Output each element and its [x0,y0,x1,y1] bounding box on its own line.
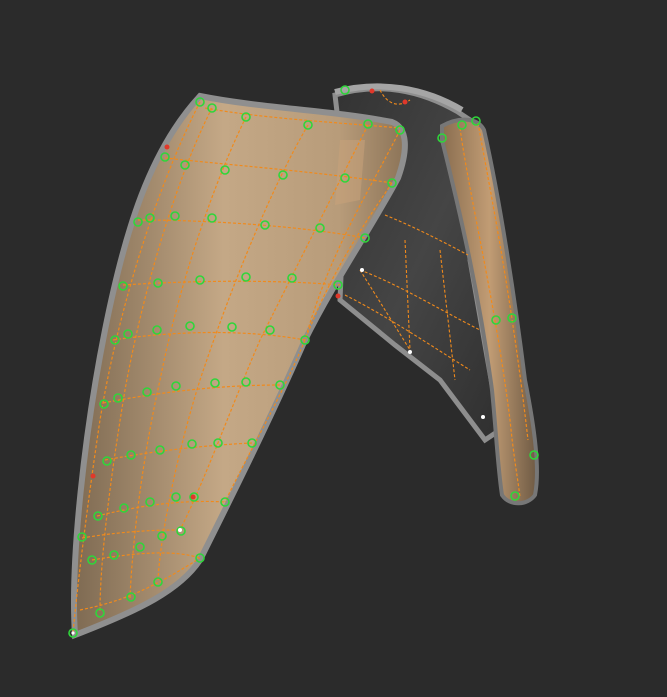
front-shell [71,92,408,640]
viewport-canvas[interactable] [0,0,667,697]
3d-viewport[interactable] [0,0,667,697]
